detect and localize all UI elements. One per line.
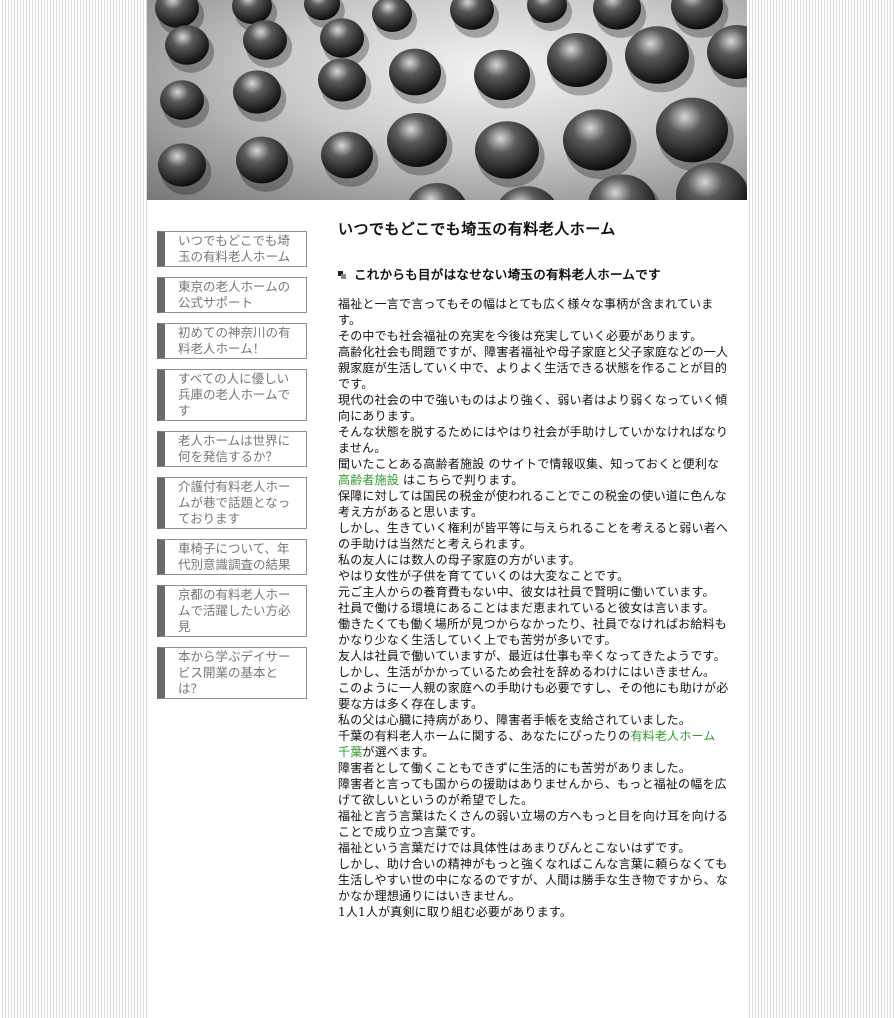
paragraph: しかし、生きていく権利が皆平等に与えられることを考えると弱い者への手助けは当然だ… — [338, 521, 729, 551]
page-container: いつでもどこでも埼玉の有料老人ホーム 東京の老人ホームの公式サポート 初めての神… — [147, 0, 747, 1018]
paragraph: 私の友人には数人の母子家庭の方がいます。 — [338, 553, 581, 567]
dot — [387, 113, 447, 167]
dot — [320, 18, 364, 58]
paragraph: 社員で働ける環境にあることはまだ恵まれていると彼女は言います。 — [338, 601, 715, 615]
sidebar-item-tokyo[interactable]: 東京の老人ホームの公式サポート — [157, 277, 307, 313]
section-heading: これからも目がはなせない埼玉の有料老人ホームです — [338, 266, 730, 284]
header-banner-image — [147, 0, 747, 200]
paragraph: 1人1人が真剣に取り組む必要があります。 — [338, 905, 573, 919]
paragraph: 福祉という言葉だけでは具体性はあまりぴんとこないはずです。 — [338, 841, 691, 855]
dot — [243, 20, 287, 60]
link-para-text: 千葉の有料老人ホームに関する、あなたにぴったりの — [338, 729, 631, 743]
dot — [389, 48, 441, 96]
dot — [165, 25, 209, 65]
main-content: いつでもどこでも埼玉の有料老人ホーム これからも目がはなせない埼玉の有料老人ホー… — [338, 218, 730, 920]
paragraph: 福祉と言う言葉はたくさんの弱い立場の方へもっと目を向け耳を向けることで成り立つ言… — [338, 809, 729, 839]
paragraph: しかし、助け合いの精神がもっと強くなればこんな言葉に頼らなくても生活しやすい世の… — [338, 857, 729, 903]
sidebar-item-care-home[interactable]: 介護付有料老人ホームが巷で話題となっております — [157, 477, 307, 529]
paragraph: 元ご主人からの養育費もない中、彼女は社員で賢明に働いています。 — [338, 585, 715, 599]
dot — [625, 26, 689, 84]
link-para-text: が選べます。 — [362, 745, 435, 759]
sidebar-item-kanagawa[interactable]: 初めての神奈川の有料老人ホーム！ — [157, 323, 307, 359]
dot — [499, 186, 555, 200]
dot — [547, 33, 607, 87]
article-body: 福祉と一言で言ってもその幅はとても広く様々な事柄が含まれています。 その中でも社… — [338, 296, 730, 920]
sidebar-item-saitama[interactable]: いつでもどこでも埼玉の有料老人ホーム — [157, 231, 307, 267]
paragraph: 友人は社員で働いていますが、最近は仕事も辛くなってきたようです。 — [338, 649, 726, 663]
textured-dots-image-icon — [155, 0, 747, 200]
paragraph: 保障に対しては国民の税金が使われることでこの税金の使い道に色んな考え方があると思… — [338, 489, 727, 519]
dot — [475, 121, 539, 179]
paragraph: しかし、生活がかかっているため会社を辞めるわけにはいきません。 — [338, 665, 716, 679]
link-para-text: 聞いたことある高齢者施設 のサイトで情報収集、知っておくと便利な — [338, 457, 720, 471]
paragraph: 高齢化社会も問題ですが、障害者福祉や母子家庭と父子家庭などの一人親家庭が生活して… — [338, 345, 729, 391]
paragraph: 働きたくても働く場所が見つからなかったり、社員でなければお給料もかなり少なく生活… — [338, 617, 727, 647]
bullet-square-icon — [338, 271, 346, 279]
paragraph-with-link: 聞いたことある高齢者施設 のサイトで情報収集、知っておくと便利な高齢者施設 はこ… — [338, 456, 730, 488]
dot — [656, 97, 728, 163]
paragraph-with-link: 千葉の有料老人ホームに関する、あなたにぴったりの有料老人ホーム 千葉が選べます。 — [338, 728, 730, 760]
dot — [158, 143, 206, 187]
elderly-facility-link[interactable]: 高齢者施設 — [338, 473, 399, 487]
paragraph: 福祉と一言で言ってもその幅はとても広く様々な事柄が含まれています。 — [338, 297, 714, 327]
dot — [409, 183, 465, 200]
dot — [563, 109, 631, 171]
paragraph: このように一人親の家庭への手助けも必要ですし、その他にも助けが必要な方は多く存在… — [338, 681, 729, 711]
paragraph: 障害者として働くこともできずに生活的にも苦労がありました。 — [338, 761, 691, 775]
dot — [233, 70, 281, 114]
dot — [160, 80, 204, 120]
section-heading-text: これからも目がはなせない埼玉の有料老人ホームです — [354, 267, 661, 282]
paragraph: 障害者と言っても国からの援助はありませんから、もっと福祉の幅を広げて欲しいという… — [338, 777, 727, 807]
dot — [236, 136, 288, 184]
paragraph: 現代の社会の中で強いものはより強く、弱い者はより弱くなっていく傾向にあります。 — [338, 393, 728, 423]
paragraph: その中でも社会福祉の充実を今後は充実していく必要があります。 — [338, 329, 703, 343]
paragraph: 私の父は心臓に持病があり、障害者手帳を支給されていました。 — [338, 713, 691, 727]
sidebar-item-kyoto[interactable]: 京都の有料老人ホームで活躍したい方必見 — [157, 585, 307, 637]
dot — [318, 58, 366, 102]
dot — [321, 131, 373, 179]
sidebar-item-world[interactable]: 老人ホームは世界に何を発信するか？ — [157, 431, 307, 467]
sidebar-item-day-service[interactable]: 本から学ぶデイサービス開業の基本とは？ — [157, 647, 307, 699]
paragraph: やはり女性が子供を育てていくのは大変なことです。 — [338, 569, 630, 583]
link-para-text: はこちらで判ります。 — [399, 473, 524, 487]
paragraph: そんな状態を脱するためにはやはり社会が手助けしていかなければなりません。 — [338, 425, 729, 455]
sidebar-item-hyogo[interactable]: すべての人に優しい兵庫の老人ホームです — [157, 369, 307, 421]
page-title: いつでもどこでも埼玉の有料老人ホーム — [338, 220, 616, 238]
sidebar-item-wheelchair[interactable]: 車椅子について、年代別意識調査の結果 — [157, 539, 307, 575]
sidebar-nav: いつでもどこでも埼玉の有料老人ホーム 東京の老人ホームの公式サポート 初めての神… — [157, 231, 307, 709]
dot — [474, 49, 530, 101]
